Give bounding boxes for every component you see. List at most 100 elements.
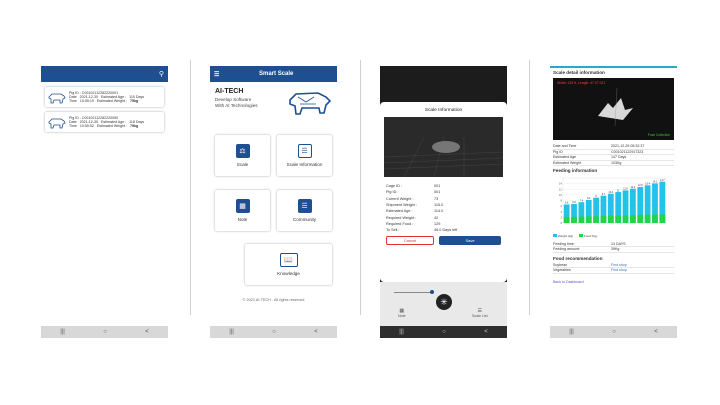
pig-icon [48,116,66,129]
weight-data-label: 14.7 [660,179,665,182]
food-bar [563,217,570,224]
legend-label: Weight (kg) [557,234,574,239]
top-app-bar: ⚲ [41,66,168,82]
home-icon[interactable]: ○ [272,329,276,335]
scale-icon: ⚖ [235,144,250,158]
calendar-icon: ▦ [235,199,250,213]
food-bar [637,215,644,224]
pig-card[interactable]: Pig ID : C00102112282220001 Date 2021-12-3… [45,87,164,107]
detail-label: Feeding amount: [553,247,580,252]
detail-value: 13 DAYS [611,241,626,246]
back-icon[interactable]: < [484,329,488,335]
pointcloud-image [383,117,504,178]
info-value: 001 [434,184,441,189]
search-icon[interactable]: ⚲ [159,70,164,78]
slider-track[interactable] [394,292,434,293]
food-bar [578,216,585,224]
scale-information-screen: Scale Information Cage ID : 001 Pig ID : 00… [380,66,507,338]
back-icon[interactable]: < [145,329,149,335]
home-icon[interactable]: ○ [442,329,446,335]
brand-tagline: Develop Software [215,97,252,102]
info-label: To Sell : [386,228,400,233]
food-bar [571,217,577,224]
weight-data-label: 11.6 [623,188,628,191]
find-shop-link[interactable]: Find shop [611,268,627,272]
camera-shutter-button[interactable]: ✳ [436,294,452,310]
recent-apps-icon[interactable]: ||| [60,329,65,335]
info-value: 001 [434,190,441,195]
nav-note[interactable]: ▦ Note [398,308,406,318]
scale-information-tile[interactable]: ☰ Scale Information [277,135,332,176]
info-value: 115.0 [434,203,444,208]
info-row: To Sell : 46.0 Days left [384,227,503,233]
nav-label: Scale List [472,314,488,318]
home-screen: ☰ Smart Scale AI-TECH Develop Software W… [210,66,337,338]
section-title: Food recommendation [553,255,603,261]
y-tick-label: 4 [560,210,562,214]
info-value: 129 [434,221,441,226]
scale-list-screen: ⚲ Pig ID : C00102112282220001 Date 2021-12… [41,66,168,338]
food-bar [652,214,658,224]
back-icon[interactable]: < [314,329,318,335]
tile-label: Community [292,217,317,222]
recent-apps-icon[interactable]: ||| [229,329,234,335]
pig-icon [48,91,66,104]
pig-scan-icon [598,87,633,127]
field-label: Estimated Weight : [96,99,127,104]
weight-data-label: 12.2 [631,186,636,189]
back-to-dashboard-link[interactable]: Back to Dashboard [553,280,674,284]
info-label: Required Food : [386,221,414,226]
system-nav-bar: ||| ○ < [41,326,168,338]
tile-label: Note [237,217,248,222]
feeding-chart: 024681012146.6 6.87.48.299.710.41111.612.… [559,178,667,225]
slider-thumb[interactable] [430,290,434,294]
detail-value: 103Kg [611,161,622,166]
legend-label: Food (Kg) [583,234,598,239]
save-button[interactable]: Save [439,236,501,246]
nav-scale-list[interactable]: ☰ Scale List [472,308,488,318]
app-title: Smart Scale [259,71,294,77]
cancel-button[interactable]: Cancel [386,236,434,246]
detail-label: Estimated Age [553,155,577,160]
divider [529,60,530,315]
dialog-title: Scale Information [424,108,463,113]
knowledge-tile[interactable]: 📖 Knowledge [245,244,332,285]
time-value: 10:55:52 [79,124,94,129]
scale-detail-screen: Scale detail information Width: 135 ft, … [550,66,677,338]
scale-tile[interactable]: ⚖ Scale [215,135,270,176]
pig-card[interactable]: Pig ID : C00102112282220050 Date 2021-12-3… [45,112,164,132]
back-icon[interactable]: < [654,329,658,335]
info-label: Estimated Age : [386,209,413,214]
recent-apps-icon[interactable]: ||| [399,329,404,335]
community-tile[interactable]: ☰ Community [277,190,332,231]
food-bar [630,215,636,224]
note-tile[interactable]: ▦ Note [215,190,270,231]
book-icon: 📖 [279,253,298,267]
home-icon[interactable]: ○ [612,329,616,335]
y-tick-label: 0 [560,221,562,225]
info-label: Pig ID : [386,190,399,195]
food-bar [644,214,651,224]
detail-label: Soybean [553,262,568,267]
y-tick-label: 14 [559,182,563,186]
field-label: Time [69,99,77,104]
info-value: 73 [434,196,439,201]
find-shop-link[interactable]: Find shop [611,263,627,267]
weight-data-label: 10.4 [608,191,613,194]
brand-tagline: With AI Technologies [215,102,258,108]
divider [360,60,361,315]
food-bar [659,214,666,224]
brand-block: AI-TECH Develop Software With AI Technol… [210,82,337,118]
legend-weight: Weight (kg) [553,234,573,238]
detail-row: Estimated Weight 103Kg [553,161,674,167]
info-value: 46.0 Days left [434,228,458,233]
info-label: Current Weight : [386,196,414,201]
divider [190,60,191,315]
pig-logo-icon [289,92,332,115]
time-value: 10:55:19 [79,99,94,104]
home-icon[interactable]: ○ [103,329,107,335]
detail-value: C001021122917323 [611,149,644,154]
info-value: 42 [434,215,439,220]
recent-apps-icon[interactable]: ||| [569,329,574,335]
y-tick-label: 2 [560,216,562,220]
